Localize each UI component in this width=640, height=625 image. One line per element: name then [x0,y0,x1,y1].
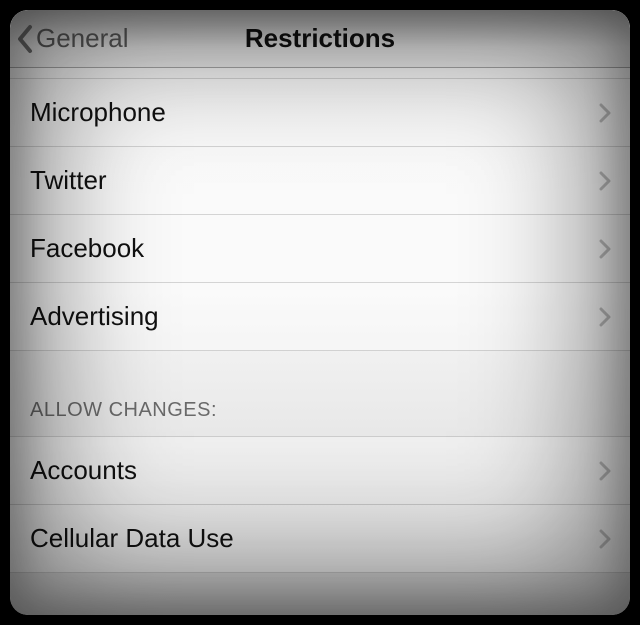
cell-label: Facebook [30,233,144,264]
cell-label: Accounts [30,455,137,486]
cell-cellular-data-use[interactable]: Cellular Data Use [10,505,630,573]
cell-label: Advertising [30,301,159,332]
cell-microphone[interactable]: Microphone [10,79,630,147]
back-button[interactable]: General [10,23,129,54]
settings-screen: General Restrictions Microphone Twitter … [10,10,630,615]
chevron-right-icon [598,460,612,482]
cell-label: Twitter [30,165,107,196]
cell-advertising[interactable]: Advertising [10,283,630,351]
settings-group-privacy: Microphone Twitter Facebook Advertising [10,78,630,351]
chevron-right-icon [598,102,612,124]
chevron-right-icon [598,170,612,192]
section-header-allow-changes: ALLOW CHANGES: [10,351,630,436]
cell-label: Cellular Data Use [30,523,234,554]
chevron-right-icon [598,306,612,328]
back-label: General [36,23,129,54]
chevron-right-icon [598,238,612,260]
chevron-left-icon [16,24,34,54]
cell-facebook[interactable]: Facebook [10,215,630,283]
chevron-right-icon [598,528,612,550]
navbar: General Restrictions [10,10,630,68]
settings-group-allow-changes: Accounts Cellular Data Use [10,436,630,573]
cell-accounts[interactable]: Accounts [10,437,630,505]
cell-twitter[interactable]: Twitter [10,147,630,215]
cell-label: Microphone [30,97,166,128]
